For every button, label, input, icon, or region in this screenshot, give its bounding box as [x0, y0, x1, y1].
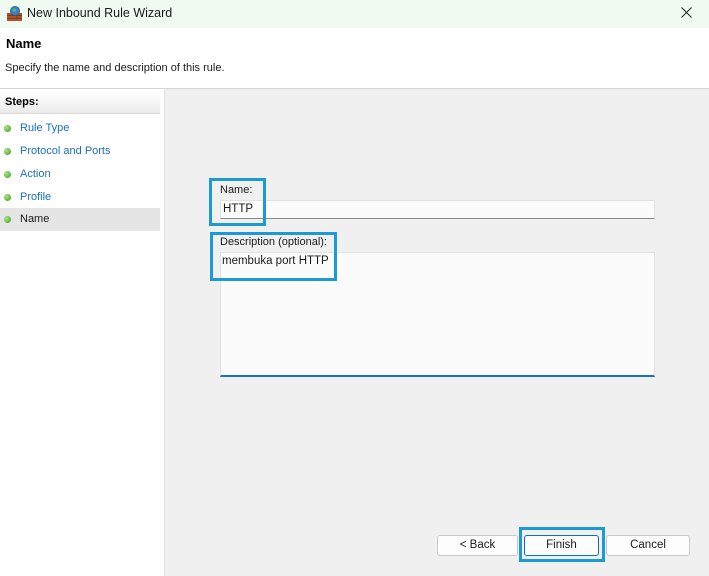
close-button[interactable] [663, 0, 709, 28]
step-name[interactable]: Name [0, 208, 160, 231]
step-label: Name [20, 213, 50, 225]
step-complete-icon [4, 171, 11, 178]
wizard-header: Name Specify the name and description of… [0, 28, 709, 88]
page-title: Name [6, 36, 42, 51]
step-label: Protocol and Ports [20, 145, 111, 157]
sidebar-divider [164, 89, 165, 576]
cancel-button[interactable]: Cancel [606, 535, 690, 556]
finish-button[interactable]: Finish [524, 535, 599, 556]
step-complete-icon [4, 148, 11, 155]
step-action[interactable]: Action [0, 163, 160, 186]
description-label: Description (optional): [220, 236, 327, 248]
firewall-app-icon [6, 5, 23, 22]
step-current-icon [4, 216, 11, 223]
name-input-value: HTTP [223, 203, 254, 215]
step-complete-icon [4, 194, 11, 201]
step-rule-type[interactable]: Rule Type [0, 117, 160, 140]
steps-heading-label: Steps: [5, 96, 39, 108]
name-input[interactable] [220, 200, 655, 219]
steps-heading: Steps: [0, 92, 160, 114]
steps-sidebar: Steps: Rule Type Protocol and Ports Acti… [0, 89, 164, 576]
step-profile[interactable]: Profile [0, 186, 160, 209]
back-button[interactable]: < Back [437, 535, 518, 556]
step-protocol-and-ports[interactable]: Protocol and Ports [0, 140, 160, 163]
title-bar: New Inbound Rule Wizard [0, 0, 709, 28]
step-label: Action [20, 168, 51, 180]
window-title: New Inbound Rule Wizard [27, 6, 173, 20]
page-description: Specify the name and description of this… [5, 62, 225, 74]
description-textarea-value: membuka port HTTP [222, 255, 329, 267]
step-complete-icon [4, 125, 11, 132]
name-label: Name: [220, 184, 253, 196]
close-icon [680, 7, 692, 21]
description-textarea[interactable] [220, 252, 655, 377]
step-label: Rule Type [20, 122, 70, 134]
step-label: Profile [20, 191, 52, 203]
